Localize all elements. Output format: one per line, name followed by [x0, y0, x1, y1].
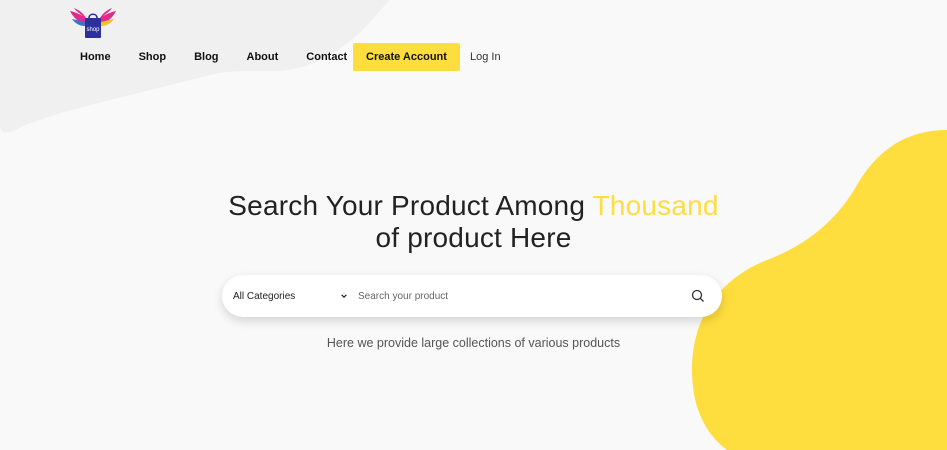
shopping-bag-wings-icon: shop — [70, 8, 116, 38]
nav-about[interactable]: About — [247, 51, 279, 63]
hero-tagline: Here we provide large collections of var… — [326, 336, 621, 350]
chevron-down-icon — [341, 294, 347, 299]
nav-blog[interactable]: Blog — [194, 51, 218, 63]
main-nav: Home Shop Blog About Contact — [80, 43, 375, 71]
category-dropdown[interactable]: All Categories — [233, 291, 348, 302]
nav-home[interactable]: Home — [80, 51, 111, 63]
brand-logo[interactable]: shop — [70, 8, 116, 40]
hero-title-part2: of product Here — [375, 222, 572, 253]
search-icon[interactable] — [690, 288, 706, 304]
hero-title-accent: Thousand — [592, 190, 719, 221]
nav-shop[interactable]: Shop — [139, 51, 167, 63]
nav-contact[interactable]: Contact — [306, 51, 347, 63]
search-input[interactable] — [356, 289, 680, 303]
create-account-button[interactable]: Create Account — [353, 43, 460, 71]
search-bar: All Categories — [222, 275, 722, 317]
category-selected: All Categories — [233, 290, 296, 302]
logo-text: shop — [86, 27, 100, 33]
login-link[interactable]: Log In — [470, 43, 501, 71]
hero-title-part1: Search Your Product Among — [228, 190, 593, 221]
hero-title: Search Your Product Among Thousand of pr… — [0, 190, 947, 254]
